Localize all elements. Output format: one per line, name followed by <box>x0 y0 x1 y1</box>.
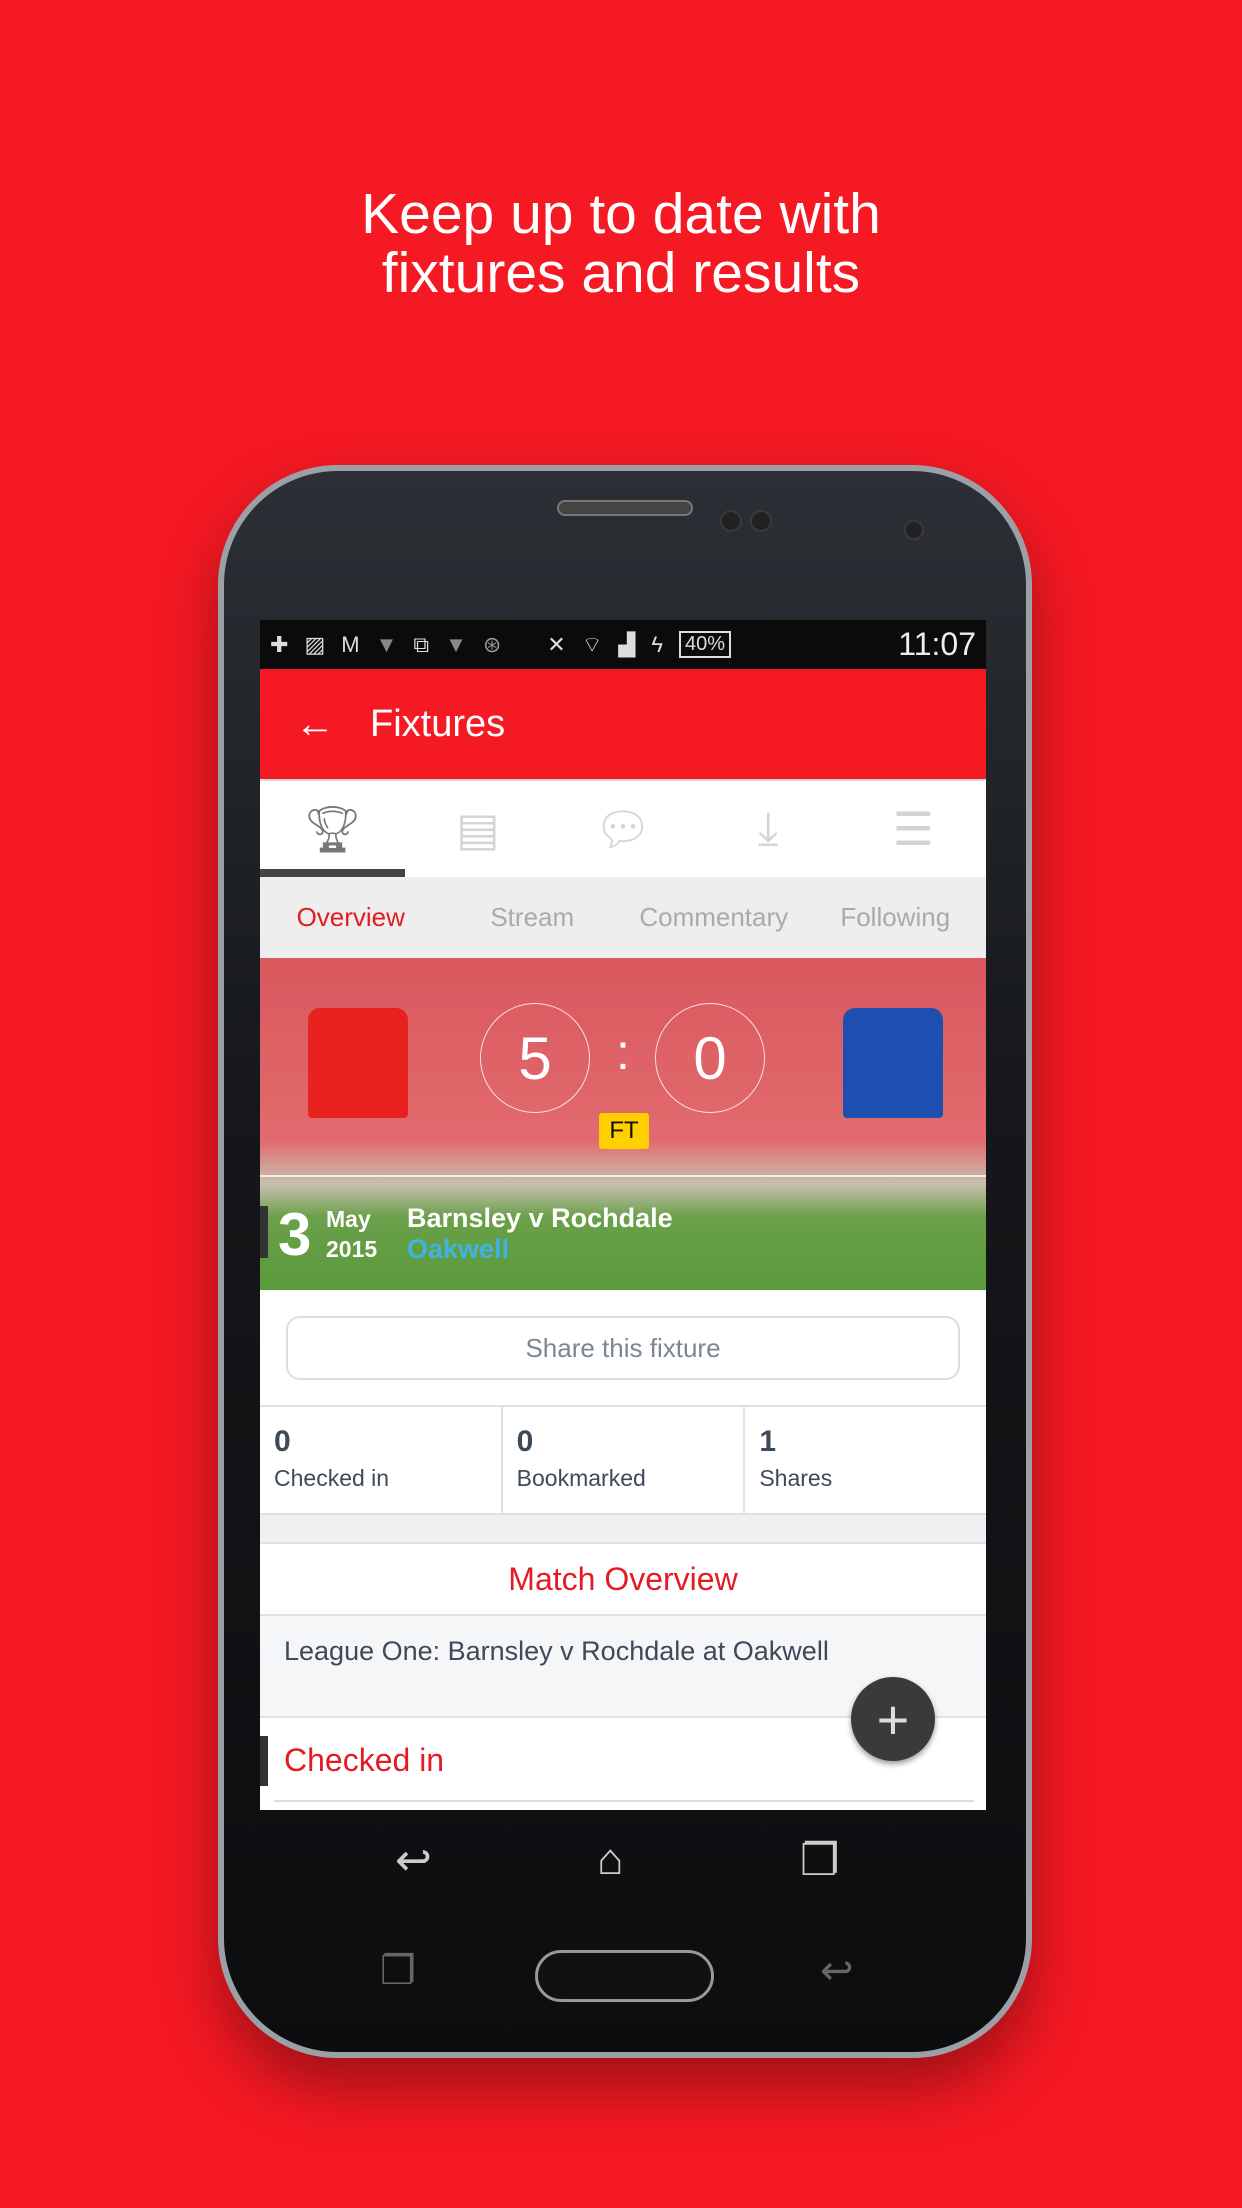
battery-indicator: 40% <box>678 631 732 658</box>
inbox-download-icon: ⤓ <box>758 802 779 854</box>
venue-link[interactable]: Oakwell <box>407 1234 509 1265</box>
front-camera <box>904 520 924 540</box>
stat-bookmarked[interactable]: 0 Bookmarked <box>503 1407 746 1513</box>
icon-tab-bar: 🏆︎ ▤ 💬︎ ⤓ ☰ <box>260 781 986 877</box>
wheel-icon: ⊛ <box>482 631 502 657</box>
stat-value: 0 <box>516 1425 534 1458</box>
date-marker <box>260 1206 268 1258</box>
fixture-day: 3 <box>278 1201 312 1268</box>
away-kit-icon <box>843 1008 943 1118</box>
recents-nav-icon[interactable]: ❐ <box>800 1835 839 1886</box>
tab-commentary[interactable]: Commentary <box>623 902 805 933</box>
match-overview-heading: Match Overview <box>260 1542 986 1616</box>
tab-inbox[interactable]: ⤓ <box>696 781 841 877</box>
page-title: Fixtures <box>370 702 506 745</box>
home-nav-icon[interactable]: ⌂ <box>597 1835 624 1885</box>
recents-hw-icon[interactable]: ❐ <box>380 1948 416 1994</box>
stat-value: 1 <box>759 1425 777 1458</box>
back-nav-icon[interactable]: ↩ <box>395 1835 432 1886</box>
status-badge: FT <box>599 1113 649 1149</box>
plus-icon[interactable]: + <box>851 1677 935 1761</box>
image-icon: ▨ <box>304 631 326 657</box>
chat-icon: 💬︎ <box>593 802 653 855</box>
section-marker <box>260 1736 268 1786</box>
shirt-icon: ▼ <box>445 631 467 657</box>
menu-icon: ☰ <box>892 803 935 855</box>
stat-shares[interactable]: 1 Shares <box>745 1407 986 1513</box>
section-gap <box>260 1515 986 1542</box>
stat-label: Shares <box>759 1465 833 1491</box>
phone-sensor <box>750 510 772 532</box>
trophy-icon: 🏆︎ <box>303 802 362 855</box>
bluetooth-off-icon: ✕ <box>547 631 566 657</box>
news-icon: ▤ <box>456 803 500 855</box>
tab-news[interactable]: ▤ <box>405 781 550 877</box>
score-separator: : <box>616 1024 630 1080</box>
phone-sensor <box>720 510 742 532</box>
home-hardware-button[interactable] <box>535 1950 714 2002</box>
windows-icon: ⧉ <box>413 631 430 657</box>
tab-overview[interactable]: Overview <box>260 902 442 933</box>
clock: 11:07 <box>898 626 976 662</box>
app-plus-icon: ✚ <box>270 631 289 657</box>
back-hw-icon[interactable]: ↩ <box>820 1948 854 1994</box>
status-bar: ✚ ▨ M ▼ ⧉ ▼ ⊛ ✕ ⌔ ▟ ϟ 40% 11:07 <box>260 620 986 669</box>
phone-speaker <box>557 500 693 516</box>
fixture-hero: 5 : 0 FT 3 May 2015 Barnsley v Rochdale … <box>260 958 986 1290</box>
charging-icon: ϟ <box>651 631 663 657</box>
headline: Keep up to date with fixtures and result… <box>0 185 1242 303</box>
share-fixture-button[interactable]: Share this fixture <box>286 1316 960 1380</box>
divider <box>260 1175 986 1177</box>
fixture-month: May <box>326 1206 371 1232</box>
sub-tab-bar: Overview Stream Commentary Following <box>260 877 986 958</box>
away-score: 0 <box>655 1003 765 1113</box>
app-bar: ← Fixtures <box>260 669 986 779</box>
stat-value: 0 <box>274 1425 291 1458</box>
tab-chat[interactable]: 💬︎ <box>550 781 695 877</box>
shirt-icon: ▼ <box>375 631 398 657</box>
divider <box>274 1800 974 1802</box>
app-screen: ✚ ▨ M ▼ ⧉ ▼ ⊛ ✕ ⌔ ▟ ϟ 40% 11:07 ← Fixtur… <box>260 620 986 1810</box>
signal-icon: ▟ <box>618 631 636 657</box>
wifi-icon: ⌔ <box>581 631 603 657</box>
stat-label: Checked in <box>274 1465 390 1491</box>
checked-in-heading: Checked in <box>284 1742 445 1778</box>
home-kit-icon <box>308 1008 408 1118</box>
tab-trophy[interactable]: 🏆︎ <box>260 781 406 877</box>
tab-menu[interactable]: ☰ <box>841 781 986 877</box>
home-score: 5 <box>480 1003 590 1113</box>
fixture-year: 2015 <box>326 1236 378 1262</box>
stat-checked-in[interactable]: 0 Checked in <box>260 1407 503 1513</box>
gmail-icon: M <box>341 631 360 657</box>
arrow-left-icon[interactable]: ← <box>260 702 370 747</box>
tab-stream[interactable]: Stream <box>442 902 624 933</box>
headline-line-2: fixtures and results <box>381 241 861 305</box>
stats-row: 0 Checked in 0 Bookmarked 1 Shares <box>260 1405 986 1515</box>
tab-following[interactable]: Following <box>805 902 987 933</box>
match-name: Barnsley v Rochdale <box>407 1203 673 1233</box>
stat-label: Bookmarked <box>516 1465 646 1491</box>
headline-line-1: Keep up to date with <box>361 182 881 246</box>
